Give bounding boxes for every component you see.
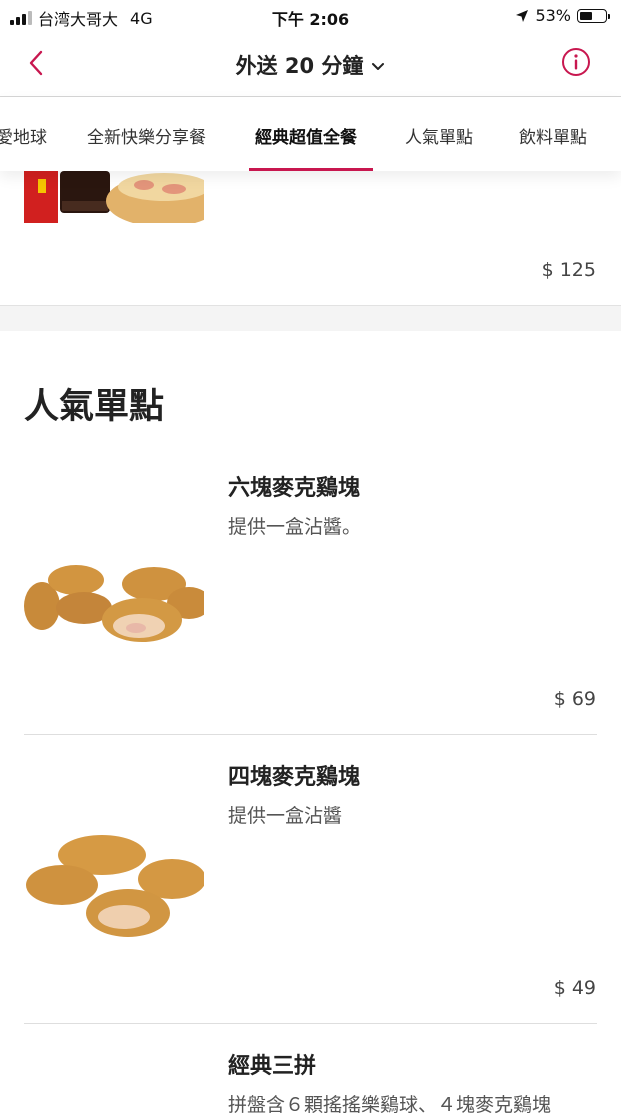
meal-image xyxy=(24,171,204,223)
item-name: 經典三拼 xyxy=(228,1054,317,1079)
menu-item-card[interactable]: 四塊麥克鷄塊 提供一盒沾醬 $ 49 xyxy=(0,755,621,1023)
item-name: 六塊麥克鷄塊 xyxy=(228,476,361,501)
item-price: $ 69 xyxy=(553,688,596,710)
app-header: 外送 20 分鐘 xyxy=(0,34,621,97)
chicken-nuggets-image xyxy=(24,833,204,943)
category-tabs: 愛地球 全新快樂分享餐 經典超值全餐 人氣單點 飲料單點 xyxy=(0,97,621,171)
tab-happy-share-meal[interactable]: 全新快樂分享餐 xyxy=(87,123,206,148)
section-heading: 人氣單點 xyxy=(24,387,165,427)
info-circle-icon[interactable] xyxy=(561,47,591,77)
battery-icon xyxy=(577,8,610,23)
chicken-nuggets-image xyxy=(24,558,204,658)
item-divider xyxy=(24,1023,597,1024)
item-divider xyxy=(24,734,597,735)
menu-item-card[interactable]: $ 125 xyxy=(0,171,621,306)
item-description: 提供一盒沾醬 xyxy=(228,805,343,827)
menu-item-card[interactable]: 經典三拼 拼盤含６顆搖搖樂鷄球、４塊麥克鷄塊 xyxy=(0,1044,621,1116)
section-separator xyxy=(0,306,621,331)
tab-classic-value-meal[interactable]: 經典超值全餐 xyxy=(255,123,357,148)
item-price: $ 49 xyxy=(553,977,596,999)
status-bar: 台湾大哥大 4G 下午 2:06 53% xyxy=(0,0,621,34)
tab-popular-items[interactable]: 人氣單點 xyxy=(405,123,473,148)
item-description: 提供一盒沾醬。 xyxy=(228,516,362,538)
menu-item-card[interactable]: 六塊麥克鷄塊 提供一盒沾醬。 $ 69 xyxy=(0,466,621,734)
chevron-down-icon xyxy=(372,63,385,70)
delivery-time-selector[interactable]: 外送 20 分鐘 xyxy=(0,50,621,80)
tab-drinks[interactable]: 飲料單點 xyxy=(519,123,587,148)
item-name: 四塊麥克鷄塊 xyxy=(228,765,361,790)
tab-love-earth[interactable]: 愛地球 xyxy=(0,123,47,148)
battery-percent: 53% xyxy=(535,6,571,25)
active-tab-indicator xyxy=(249,168,373,171)
location-arrow-icon xyxy=(516,9,529,22)
item-price: $ 125 xyxy=(541,259,596,281)
page-title: 外送 20 分鐘 xyxy=(235,54,364,78)
